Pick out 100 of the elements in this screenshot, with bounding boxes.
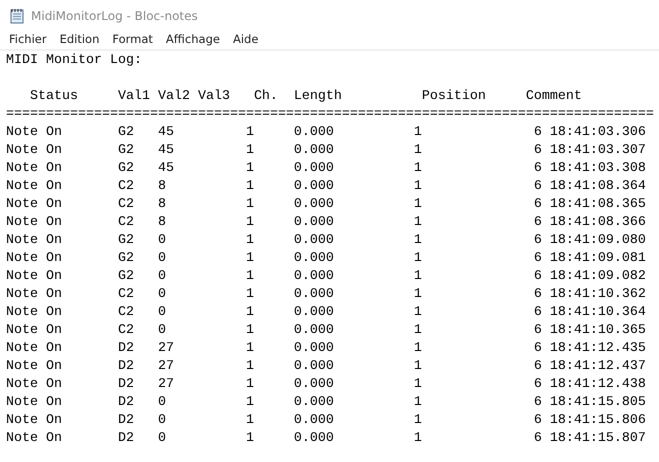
length-cell: 0.000 [294,178,334,196]
status-cell: Note On [6,430,62,448]
status-cell: Note On [6,214,62,232]
status-cell: Note On [6,376,62,394]
status-cell: Note On [6,232,62,250]
status-cell: Note On [6,322,62,340]
channel-cell: 1 [246,196,254,214]
val1-cell: C2 [118,322,134,340]
length-cell: 0.000 [294,124,334,142]
val2-cell: 0 [158,232,166,250]
status-cell: Note On [6,340,62,358]
comment-cell: 6 18:41:12.438 [534,376,646,394]
menu-item[interactable]: Aide [226,32,264,48]
length-cell: 0.000 [294,232,334,250]
position-cell: 1 [414,160,422,178]
menu-item[interactable]: Edition [52,32,106,48]
length-cell: 0.000 [294,142,334,160]
comment-cell: 6 18:41:03.307 [534,142,646,160]
comment-cell: 6 18:41:08.366 [534,214,646,232]
notepad-icon [10,8,24,24]
position-cell: 1 [414,232,422,250]
status-cell: Note On [6,268,62,286]
length-cell: 0.000 [294,196,334,214]
column-header: Val1 [118,88,150,106]
length-cell: 0.000 [294,430,334,448]
channel-cell: 1 [246,304,254,322]
channel-cell: 1 [246,142,254,160]
channel-cell: 1 [246,394,254,412]
val1-cell: G2 [118,142,134,160]
val1-cell: G2 [118,124,134,142]
length-cell: 0.000 [294,214,334,232]
channel-cell: 1 [246,124,254,142]
comment-cell: 6 18:41:10.365 [534,322,646,340]
val1-cell: C2 [118,196,134,214]
comment-cell: 6 18:41:10.364 [534,304,646,322]
document-title: MIDI Monitor Log: [6,53,142,68]
channel-cell: 1 [246,286,254,304]
comment-cell: 6 18:41:12.437 [534,358,646,376]
val1-cell: D2 [118,340,134,358]
status-cell: Note On [6,286,62,304]
position-cell: 1 [414,142,422,160]
val2-cell: 8 [158,214,166,232]
length-cell: 0.000 [294,250,334,268]
val1-cell: G2 [118,250,134,268]
menu-item[interactable]: Affichage [158,32,226,48]
val1-cell: G2 [118,268,134,286]
length-cell: 0.000 [294,394,334,412]
position-cell: 1 [414,340,422,358]
channel-cell: 1 [246,430,254,448]
column-header: Ch. [254,88,278,106]
val2-cell: 0 [158,250,166,268]
val1-cell: D2 [118,358,134,376]
comment-cell: 6 18:41:09.081 [534,250,646,268]
comment-cell: 6 18:41:09.082 [534,268,646,286]
val2-cell: 8 [158,196,166,214]
length-cell: 0.000 [294,322,334,340]
status-cell: Note On [6,178,62,196]
val2-cell: 27 [158,340,174,358]
comment-cell: 6 18:41:09.080 [534,232,646,250]
separator-line: ================================================================================= [6,107,654,122]
status-cell: Note On [6,304,62,322]
val2-cell: 45 [158,142,174,160]
val1-cell: G2 [118,232,134,250]
position-cell: 1 [414,250,422,268]
position-cell: 1 [414,322,422,340]
status-cell: Note On [6,196,62,214]
status-cell: Note On [6,358,62,376]
length-cell: 0.000 [294,268,334,286]
val2-cell: 0 [158,304,166,322]
position-cell: 1 [414,286,422,304]
position-cell: 1 [414,358,422,376]
status-cell: Note On [6,124,62,142]
channel-cell: 1 [246,178,254,196]
position-cell: 1 [414,178,422,196]
val2-cell: 0 [158,322,166,340]
val2-cell: 8 [158,178,166,196]
val1-cell: C2 [118,304,134,322]
status-cell: Note On [6,412,62,430]
comment-cell: 6 18:41:03.306 [534,124,646,142]
status-cell: Note On [6,394,62,412]
val1-cell: D2 [118,412,134,430]
window-title: MidiMonitorLog - Bloc-notes [31,8,198,22]
comment-cell: 6 18:41:10.362 [534,286,646,304]
column-header: Position [422,88,486,106]
channel-cell: 1 [246,412,254,430]
status-cell: Note On [6,250,62,268]
menu-item[interactable]: Format [105,32,159,48]
length-cell: 0.000 [294,160,334,178]
val1-cell: G2 [118,160,134,178]
val2-cell: 27 [158,376,174,394]
comment-cell: 6 18:41:08.365 [534,196,646,214]
comment-cell: 6 18:41:15.805 [534,394,646,412]
channel-cell: 1 [246,214,254,232]
status-cell: Note On [6,142,62,160]
val2-cell: 0 [158,430,166,448]
status-cell: Note On [6,160,62,178]
menu-item[interactable]: Fichier [2,32,53,48]
val2-cell: 45 [158,124,174,142]
column-header: Comment [526,88,582,106]
length-cell: 0.000 [294,412,334,430]
